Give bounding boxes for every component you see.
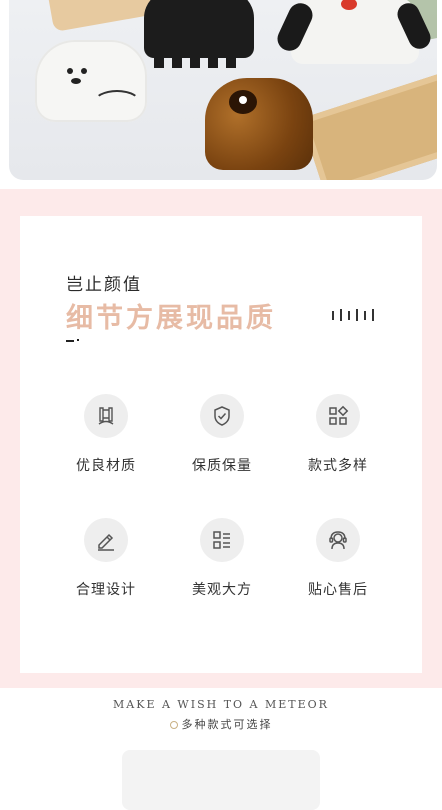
grid-shapes-icon <box>316 394 360 438</box>
product-photo <box>9 0 437 180</box>
shield-check-icon <box>200 394 244 438</box>
feature-label: 保质保量 <box>192 458 252 474</box>
bottom-product-card <box>122 750 320 810</box>
feature-label: 优良材质 <box>76 458 136 474</box>
feature-aftersales: 贴心售后 <box>283 518 393 599</box>
section-title: 细节方展现品质 <box>66 303 276 334</box>
pencil-icon <box>84 518 128 562</box>
material-icon <box>84 394 128 438</box>
style-choice-text: 多种款式可选择 <box>181 718 273 731</box>
white-dog-claw-clip <box>35 40 147 122</box>
wood-block <box>300 69 437 180</box>
feature-design: 合理设计 <box>51 518 161 599</box>
penguin-claw-clip <box>291 0 419 64</box>
style-choice-caption: 多种款式可选择 <box>0 716 442 732</box>
feature-label: 合理设计 <box>76 582 136 598</box>
headset-icon <box>316 518 360 562</box>
brown-dog-claw-clip <box>205 78 313 170</box>
feature-quality: 保质保量 <box>167 394 277 475</box>
circle-bullet-icon <box>169 721 178 729</box>
tick-decoration <box>332 308 378 322</box>
black-claw-clip <box>144 0 254 68</box>
feature-label: 款式多样 <box>308 458 368 474</box>
wish-tagline: MAKE A WISH TO A METEOR <box>113 698 329 711</box>
feature-label: 贴心售后 <box>308 582 368 598</box>
feature-appearance: 美观大方 <box>167 518 277 599</box>
feature-material: 优良材质 <box>51 394 161 475</box>
section-subtitle: 岂止颜值 <box>66 275 142 295</box>
mini-mark-decoration <box>66 339 79 342</box>
feature-label: 美观大方 <box>192 582 252 598</box>
feature-styles: 款式多样 <box>283 394 393 475</box>
list-grid-icon <box>200 518 244 562</box>
